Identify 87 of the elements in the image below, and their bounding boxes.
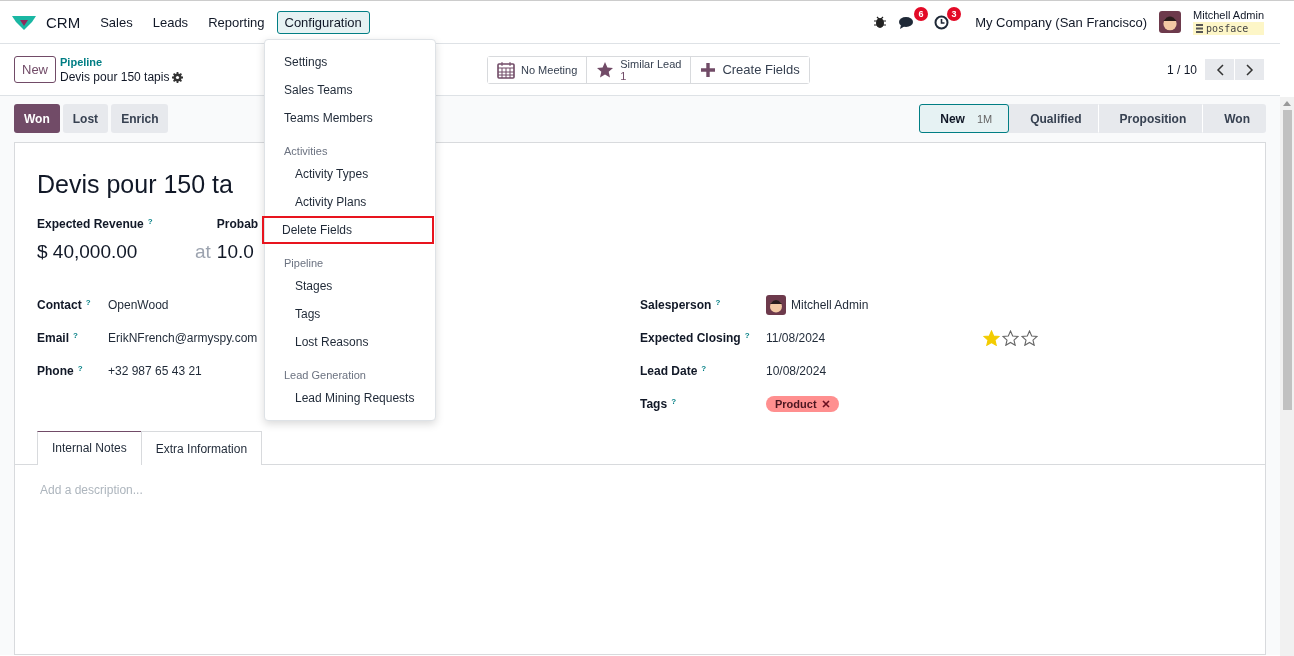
- bug-icon: [874, 16, 887, 28]
- menu-item[interactable]: Stages: [265, 272, 435, 300]
- app-name[interactable]: CRM: [46, 13, 81, 31]
- scrollbar[interactable]: [1280, 97, 1294, 656]
- revenue-value: $ 40,000.00: [37, 241, 139, 263]
- app-logo-icon: [12, 14, 36, 30]
- avatar-icon: [1159, 11, 1182, 33]
- menu-item[interactable]: Configuration: [276, 10, 370, 34]
- stage-button[interactable]: New 1M: [919, 104, 1010, 133]
- menu-item[interactable]: Lead Mining Requests: [265, 384, 435, 412]
- plus-icon: [700, 61, 717, 78]
- action-button[interactable]: Won: [14, 104, 60, 133]
- empty-star-icon: [1002, 329, 1019, 346]
- pager-value: 1 / 10: [1166, 62, 1197, 77]
- at-label: at: [195, 241, 211, 263]
- field-value[interactable]: ErikNFrench@armyspy.com: [108, 330, 258, 345]
- company-switcher[interactable]: My Company (San Francisco): [975, 14, 1148, 30]
- stage-button[interactable]: Proposition: [1098, 104, 1204, 133]
- record-name: Devis pour 150 tapis: [60, 69, 170, 85]
- field-label: Phone: [37, 363, 74, 378]
- filled-star-icon: [983, 329, 1000, 346]
- user-name[interactable]: Mitchell Admin: [1193, 9, 1264, 22]
- field-label: Contact: [37, 297, 82, 312]
- help-icon[interactable]: ?: [744, 330, 750, 340]
- field-value[interactable]: OpenWood: [108, 297, 169, 312]
- field-value[interactable]: +32 987 65 43 21: [108, 363, 202, 378]
- clock-icon: [934, 14, 950, 30]
- field-label: Tags: [640, 396, 668, 411]
- menu-item[interactable]: Settings: [265, 48, 435, 76]
- menu-section-header: Pipeline: [283, 256, 325, 271]
- field-label: Expected Revenue: [37, 217, 144, 231]
- help-icon[interactable]: ?: [85, 297, 91, 307]
- star-icon: [596, 60, 615, 79]
- close-icon: [821, 399, 830, 408]
- calendar-icon: [497, 60, 515, 79]
- chevron-right-icon: [1245, 63, 1254, 76]
- help-icon[interactable]: ?: [73, 330, 78, 340]
- priority-stars[interactable]: [983, 329, 1038, 346]
- field-value[interactable]: 10/08/2024: [766, 363, 827, 378]
- record-title: Devis pour 150 ta: [37, 169, 233, 200]
- database-icon: [1196, 24, 1204, 33]
- menu-item[interactable]: Activity Types: [265, 160, 435, 188]
- menu-item[interactable]: Activity Plans: [265, 188, 435, 216]
- help-icon[interactable]: ?: [715, 297, 721, 307]
- menu-item[interactable]: Lost Reasons: [265, 328, 435, 356]
- help-icon[interactable]: ?: [147, 217, 153, 226]
- gear-icon: [172, 71, 184, 83]
- field-value[interactable]: 11/08/2024: [766, 330, 826, 345]
- field-label: Lead Date: [640, 363, 698, 378]
- menu-item[interactable]: Sales Teams: [265, 76, 435, 104]
- action-button[interactable]: Enrich: [111, 104, 169, 133]
- field-label: Expected Closing: [640, 330, 741, 345]
- notebook-tab[interactable]: Extra Information: [140, 431, 263, 465]
- menu-section-header: Lead Generation: [283, 368, 367, 383]
- menu-item[interactable]: Reporting: [200, 10, 273, 34]
- stage-button[interactable]: Won: [1203, 104, 1266, 133]
- smart-button[interactable]: No Meeting: [488, 56, 588, 83]
- field-label: Probab: [216, 217, 259, 231]
- tag-chip[interactable]: Product: [766, 395, 839, 412]
- help-icon[interactable]: ?: [701, 363, 707, 373]
- new-button[interactable]: New: [14, 56, 56, 83]
- menu-item[interactable]: Teams Members: [265, 104, 435, 132]
- field-label: Salesperson: [640, 297, 712, 312]
- scrollbar-thumb[interactable]: [1282, 110, 1292, 410]
- breadcrumb-link[interactable]: Pipeline: [60, 54, 184, 70]
- probability-value: 10.0: [216, 241, 255, 263]
- previous-button[interactable]: [1205, 59, 1234, 80]
- field-value[interactable]: Mitchell Admin: [791, 297, 869, 312]
- notebook-tab[interactable]: Internal Notes: [37, 431, 142, 465]
- help-icon[interactable]: ?: [77, 363, 83, 373]
- menu-item[interactable]: Sales: [92, 10, 141, 34]
- empty-star-icon: [1021, 329, 1038, 346]
- next-button[interactable]: [1235, 59, 1264, 80]
- menu-section-header: Activities: [283, 144, 329, 159]
- scroll-up-icon: [1283, 101, 1291, 106]
- action-button[interactable]: Lost: [62, 104, 109, 133]
- avatar-icon: [766, 294, 786, 315]
- stage-button[interactable]: Qualified: [1009, 104, 1099, 133]
- menu-item[interactable]: Leads: [144, 10, 197, 34]
- count-badge: 3: [947, 6, 962, 21]
- chevron-left-icon: [1215, 63, 1224, 76]
- database-badge: posface: [1193, 22, 1264, 35]
- menu-item[interactable]: Delete Fields: [262, 216, 434, 244]
- count-badge: 6: [914, 7, 929, 21]
- field-label: Email: [37, 330, 69, 345]
- menu-item[interactable]: Tags: [265, 300, 435, 328]
- help-icon[interactable]: ?: [671, 396, 676, 406]
